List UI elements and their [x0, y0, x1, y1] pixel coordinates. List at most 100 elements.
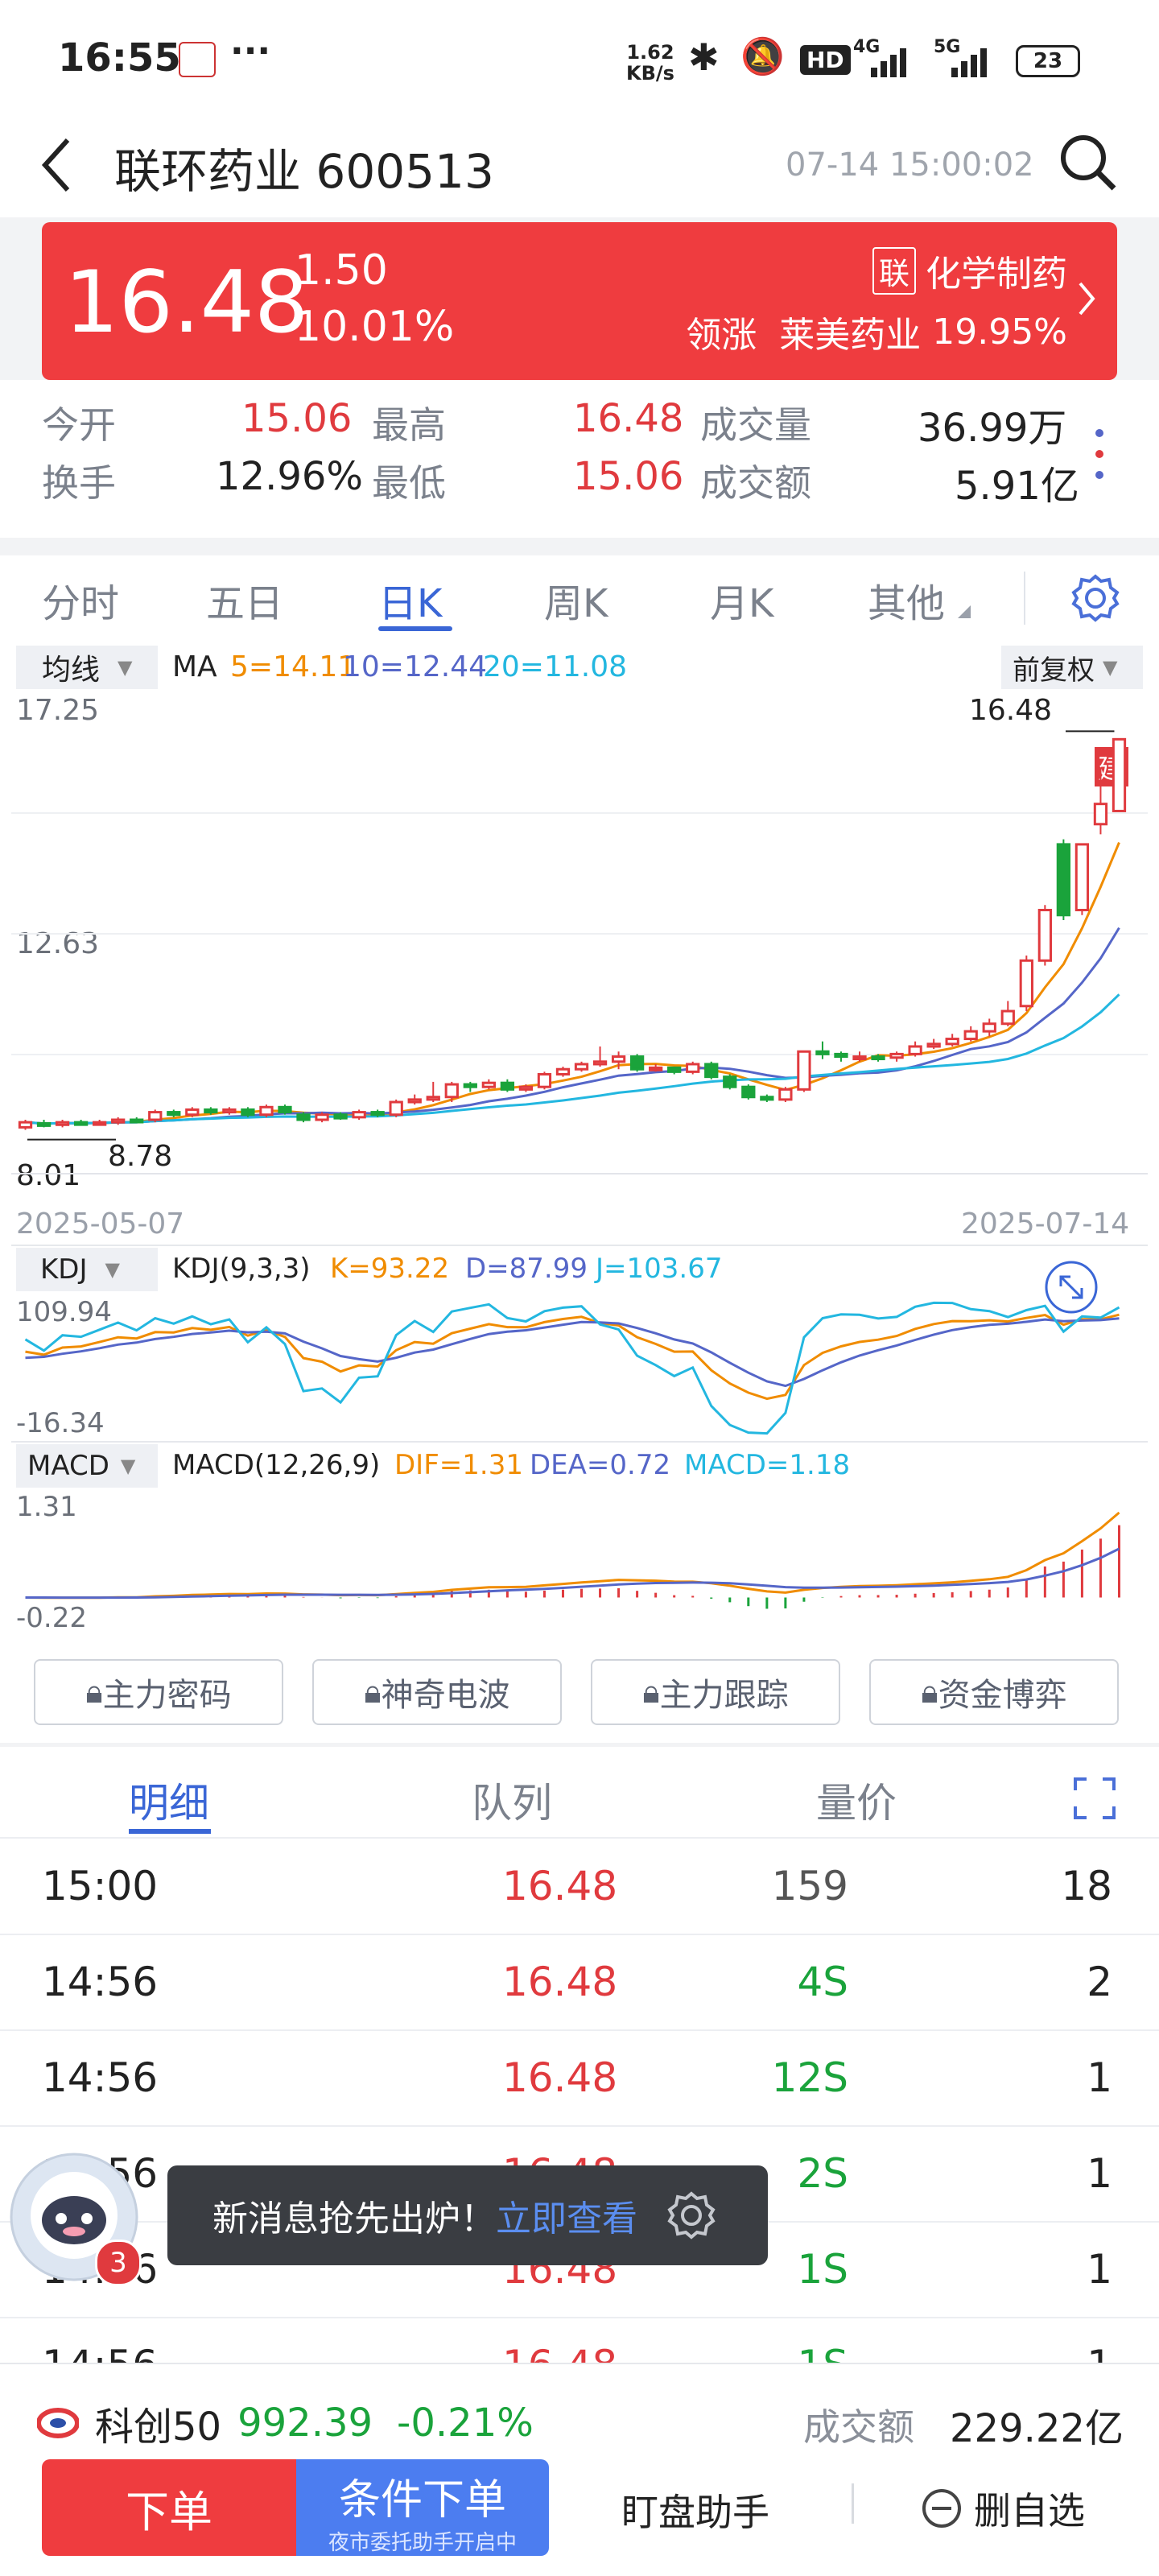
remove-watchlist-button[interactable]: 删自选 [921, 2482, 1085, 2535]
trade-row: 14:56 16.48 12S 1 [0, 2030, 1159, 2127]
candle-body [797, 1050, 811, 1091]
candle-body [222, 1108, 237, 1114]
conditional-order-sub: 夜市委托助手开启中 [328, 2531, 517, 2555]
candle-body [1112, 737, 1127, 812]
macd-plot[interactable] [11, 1489, 1148, 1636]
header: 联环药业 600513 07-14 15:00:02 [0, 113, 1159, 217]
ma20-line [25, 993, 1120, 1125]
candle-body [333, 1113, 348, 1120]
candle-body [278, 1105, 292, 1114]
date-start: 2025-05-07 [16, 1208, 185, 1241]
tab-weekly-k[interactable]: 周K [544, 572, 608, 628]
conditional-order-button[interactable]: 条件下单 夜市委托助手开启中 [296, 2459, 549, 2556]
candle-body [148, 1111, 163, 1121]
macd-dif: DIF=1.31 [394, 1449, 523, 1481]
fullscreen-icon[interactable] [1072, 1776, 1117, 1821]
trade-price: 16.48 [502, 1863, 618, 1909]
candle-body [592, 1060, 608, 1066]
tool-capital-game[interactable]: 🔒︎ 资金博弈 [869, 1659, 1119, 1725]
candle-body [407, 1098, 422, 1104]
signal-bars-icon [871, 48, 906, 77]
expand-indicator-icon[interactable] [1043, 1259, 1099, 1315]
tool-magic-wave[interactable]: 🔒︎ 神奇电波 [312, 1659, 562, 1725]
tab-intraday[interactable]: 分时 [42, 572, 119, 628]
candle-body [908, 1045, 922, 1055]
turnover-label: 换手 [42, 461, 116, 505]
candle-body [18, 1121, 33, 1129]
toast-settings-icon[interactable] [666, 2190, 716, 2240]
search-icon[interactable] [1058, 132, 1119, 193]
kdj-j: J=103.67 [596, 1253, 723, 1285]
adjust-selector[interactable]: 前复权 ▼ [1001, 646, 1143, 689]
candle-body [36, 1121, 52, 1127]
trade-count: 1 [1087, 2150, 1112, 2197]
ma10-value: 10=12.44 [343, 650, 488, 683]
candle-body [204, 1108, 218, 1114]
quote-timestamp: 07-14 15:00:02 [786, 147, 1034, 184]
toast-view-link[interactable]: 立即查看 [496, 2190, 637, 2241]
assistant-avatar[interactable]: 3 [8, 2151, 145, 2288]
ma20-value: 20=11.08 [483, 650, 628, 683]
trade-list: 15:00 16.48 159 18 14:56 16.48 4S 2 14:56 16.48 12… [0, 1839, 1159, 2363]
dropdown-corner-icon [958, 605, 971, 618]
candle-body [1093, 803, 1108, 826]
chevron-right-icon[interactable] [1077, 279, 1096, 319]
kdj-selector-label: KDJ [40, 1253, 88, 1286]
tool-main-force-track[interactable]: 🔒︎ 主力跟踪 [591, 1659, 840, 1725]
macd-dea: DEA=0.72 [530, 1449, 671, 1481]
candlestick-plot[interactable] [11, 692, 1148, 1175]
macd-selector[interactable]: MACD ▼ [16, 1444, 158, 1488]
clock: 16:55 [58, 35, 181, 80]
tab-queue[interactable]: 队列 [472, 1771, 552, 1829]
tab-daily-k[interactable]: 日K [378, 572, 442, 628]
kdj-plot[interactable] [11, 1288, 1148, 1441]
low-label: 最低 [372, 461, 446, 505]
settings-gear-icon[interactable] [1070, 573, 1120, 623]
trade-volume: 2S [797, 2150, 848, 2197]
tab-detail[interactable]: 明细 [129, 1771, 209, 1829]
kdj-k: K=93.22 [330, 1253, 450, 1285]
trade-count: 2 [1087, 1959, 1112, 2005]
sector-leader[interactable]: 领涨 莱美药业 19.95% [686, 306, 1067, 357]
adjust-label: 前复权 [1013, 654, 1095, 687]
candle-body [852, 1055, 867, 1061]
index-ticker[interactable]: 科创50 992.39 -0.21% [37, 2395, 534, 2451]
tool-label: 神奇电波 [381, 1677, 510, 1714]
news-toast[interactable]: 新消息抢先出炉！ 立即查看 [167, 2165, 768, 2265]
order-button[interactable]: 下单 [42, 2459, 296, 2556]
candle-body [834, 1052, 848, 1059]
candle-body [389, 1100, 403, 1117]
tab-five-day[interactable]: 五日 [206, 572, 283, 628]
macd-value: MACD=1.18 [684, 1449, 851, 1481]
tab-other[interactable]: 其他 [868, 572, 945, 628]
tool-label: 资金博弈 [938, 1677, 1067, 1714]
watch-helper-button[interactable]: 盯盘助手 [621, 2483, 769, 2537]
tab-monthly-k[interactable]: 月K [710, 572, 773, 628]
candle-body [130, 1118, 144, 1124]
amount-value: 5.91亿 [955, 464, 1079, 509]
trade-time: 14:56 [42, 2342, 158, 2363]
index-amount: 229.22亿 [950, 2406, 1124, 2451]
ma-selector[interactable]: 均线 ▼ [16, 646, 158, 689]
ma-selector-label: 均线 [42, 654, 101, 687]
volume-value: 36.99万 [918, 406, 1067, 451]
csi-logo-icon [37, 2408, 79, 2438]
more-vertical-icon[interactable] [1091, 427, 1107, 483]
lock-icon: 🔒︎ [85, 1674, 103, 1711]
back-icon[interactable] [40, 137, 72, 193]
sector-tag: 联 [872, 246, 916, 295]
tab-volume-price[interactable]: 量价 [816, 1771, 897, 1829]
quote-banner: 16.48 1.50 10.01% 联 化学制药 领涨 莱美药业 19.95% [42, 222, 1117, 380]
tab-divider [1024, 572, 1025, 625]
trade-count: 1 [1087, 2054, 1112, 2101]
trade-count: 1 [1087, 2342, 1112, 2363]
tool-main-force-code[interactable]: 🔒︎ 主力密码 [34, 1659, 283, 1725]
candle-body [871, 1055, 885, 1061]
kdj-selector[interactable]: KDJ ▼ [16, 1248, 158, 1291]
candle-body [982, 1022, 996, 1033]
sector-link[interactable]: 联 化学制药 [872, 245, 1067, 296]
candle-body [760, 1096, 774, 1101]
candle-body [537, 1073, 552, 1088]
candle-body [518, 1085, 534, 1091]
candle-body [1074, 843, 1090, 911]
